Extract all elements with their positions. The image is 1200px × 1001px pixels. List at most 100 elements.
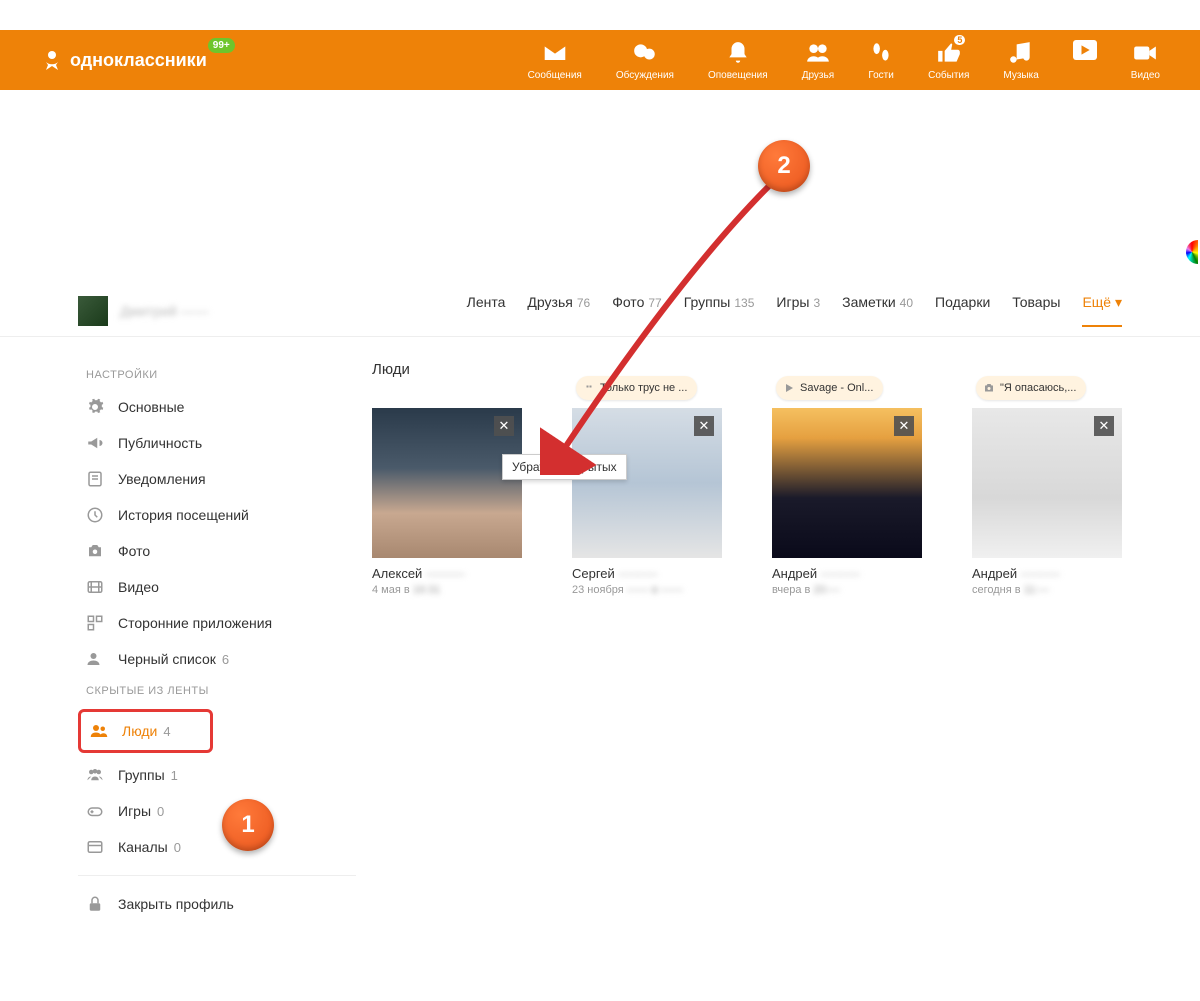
- sidebar-item-history[interactable]: История посещений: [78, 497, 356, 533]
- person-date: 23 ноября —— в ——: [572, 584, 722, 596]
- remove-button[interactable]: ✕: [1094, 416, 1114, 436]
- play-icon: [1073, 40, 1097, 60]
- sidebar-item-video[interactable]: Видео: [78, 569, 356, 605]
- nav-guests[interactable]: Гости: [868, 40, 894, 81]
- profile-bar: Дмитрий —— Лента Друзья76 Фото77 Группы1…: [0, 285, 1200, 337]
- person-date: вчера в 20:—: [772, 584, 922, 596]
- sidebar-item-channels[interactable]: Каналы0: [78, 829, 356, 865]
- envelope-icon: [542, 40, 568, 66]
- avatar[interactable]: [78, 296, 108, 326]
- status-pill[interactable]: Только трус не ...: [576, 376, 697, 400]
- tab-photo[interactable]: Фото77: [612, 294, 662, 327]
- sidebar-item-close-profile[interactable]: Закрыть профиль: [78, 886, 356, 922]
- events-count-badge: 5: [954, 35, 965, 45]
- gear-icon: [86, 398, 104, 416]
- person-photo[interactable]: ✕ Убрать из скрытых: [372, 408, 522, 558]
- remove-button[interactable]: ✕: [694, 416, 714, 436]
- nav-friends[interactable]: Друзья: [802, 40, 834, 81]
- tab-goods[interactable]: Товары: [1012, 294, 1060, 327]
- bell-icon: [725, 40, 751, 66]
- camera-icon: [983, 382, 995, 394]
- friends-icon: [805, 40, 831, 66]
- person-photo[interactable]: ✕: [772, 408, 922, 558]
- person-name[interactable]: Алексей ———: [372, 566, 522, 581]
- header-nav: Сообщения Обсуждения Оповещения Друзья Г…: [528, 40, 1160, 81]
- people-cards: ✕ Убрать из скрытых Алексей ——— 4 мая в …: [372, 408, 1122, 596]
- camera-icon: [86, 542, 104, 560]
- person-date: сегодня в 11:—: [972, 584, 1122, 596]
- logo[interactable]: одноклассники 99+: [40, 48, 207, 72]
- tab-games[interactable]: Игры3: [776, 294, 820, 327]
- nav-messages[interactable]: Сообщения: [528, 40, 582, 81]
- sidebar-section-hidden: СКРЫТЫЕ ИЗ ЛЕНТЫ: [78, 677, 356, 705]
- logo-text: одноклассники: [70, 50, 207, 71]
- nav-events[interactable]: 5 События: [928, 40, 969, 81]
- sidebar-item-groups[interactable]: Группы1: [78, 757, 356, 793]
- sidebar-item-games[interactable]: Игры0: [78, 793, 356, 829]
- tab-gifts[interactable]: Подарки: [935, 294, 990, 327]
- apps-icon: [86, 614, 104, 632]
- history-icon: [86, 506, 104, 524]
- sidebar-item-people[interactable]: Люди4: [82, 713, 209, 749]
- top-header: одноклассники 99+ Сообщения Обсуждения О…: [0, 30, 1200, 90]
- person-name[interactable]: Сергей ———: [572, 566, 722, 581]
- channels-icon: [86, 838, 104, 856]
- status-pill[interactable]: "Я опасаюсь,...: [976, 376, 1086, 400]
- nav-notifications[interactable]: Оповещения: [708, 40, 768, 81]
- nav-discussions[interactable]: Обсуждения: [616, 40, 674, 81]
- tab-notes[interactable]: Заметки40: [842, 294, 913, 327]
- person-photo[interactable]: ✕: [572, 408, 722, 558]
- tooltip: Убрать из скрытых: [502, 454, 627, 480]
- sidebar-item-apps[interactable]: Сторонние приложения: [78, 605, 356, 641]
- tab-groups[interactable]: Группы135: [684, 294, 755, 327]
- groups-icon: [86, 766, 104, 784]
- remove-button[interactable]: ✕: [894, 416, 914, 436]
- film-icon: [86, 578, 104, 596]
- username[interactable]: Дмитрий ——: [120, 303, 209, 319]
- main-content: Люди ✕ Убрать из скрытых Алексей ——— 4 м…: [356, 337, 1122, 922]
- person-card: Только трус не ... ✕ Сергей ——— 23 ноябр…: [572, 408, 722, 596]
- video-icon: [1132, 40, 1158, 66]
- person-name[interactable]: Андрей ———: [772, 566, 922, 581]
- gamepad-icon: [86, 802, 104, 820]
- lock-icon: [86, 895, 104, 913]
- chat-icon: [632, 40, 658, 66]
- sidebar: НАСТРОЙКИ Основные Публичность Уведомлен…: [78, 337, 356, 922]
- quote-icon: [583, 382, 595, 394]
- logo-icon: [40, 48, 64, 72]
- sidebar-item-notifications[interactable]: Уведомления: [78, 461, 356, 497]
- play-icon: [783, 382, 795, 394]
- sidebar-item-main[interactable]: Основные: [78, 389, 356, 425]
- annotation-marker-2: 2: [758, 140, 810, 192]
- profile-tabs: Лента Друзья76 Фото77 Группы135 Игры3 За…: [467, 294, 1122, 327]
- user-minus-icon: [86, 650, 104, 668]
- rainbow-widget[interactable]: [1186, 240, 1198, 264]
- sidebar-item-photo[interactable]: Фото: [78, 533, 356, 569]
- footprints-icon: [868, 40, 894, 66]
- tab-friends[interactable]: Друзья76: [527, 294, 590, 327]
- nav-music[interactable]: Музыка: [1003, 40, 1038, 81]
- person-card: Savage - Onl... ✕ Андрей ——— вчера в 20:…: [772, 408, 922, 596]
- person-name[interactable]: Андрей ———: [972, 566, 1122, 581]
- sidebar-section-settings: НАСТРОЙКИ: [78, 361, 356, 389]
- person-photo[interactable]: ✕: [972, 408, 1122, 558]
- tab-more[interactable]: Ещё ▾: [1082, 294, 1122, 327]
- person-date: 4 мая в 16:31: [372, 584, 522, 596]
- sidebar-item-publicity[interactable]: Публичность: [78, 425, 356, 461]
- annotation-highlight-1: Люди4: [78, 709, 213, 753]
- nav-video[interactable]: Видео: [1131, 40, 1160, 81]
- tab-feed[interactable]: Лента: [467, 294, 506, 327]
- people-icon: [90, 722, 108, 740]
- person-card: "Я опасаюсь,... ✕ Андрей ——— сегодня в 1…: [972, 408, 1122, 596]
- remove-button[interactable]: ✕: [494, 416, 514, 436]
- person-card: ✕ Убрать из скрытых Алексей ——— 4 мая в …: [372, 408, 522, 596]
- nav-play[interactable]: [1073, 40, 1097, 60]
- annotation-marker-1: 1: [222, 799, 274, 851]
- divider: [78, 875, 356, 876]
- notif-badge: 99+: [208, 38, 235, 53]
- note-icon: [86, 470, 104, 488]
- status-pill[interactable]: Savage - Onl...: [776, 376, 883, 400]
- megaphone-icon: [86, 434, 104, 452]
- music-icon: [1008, 40, 1034, 66]
- sidebar-item-blacklist[interactable]: Черный список6: [78, 641, 356, 677]
